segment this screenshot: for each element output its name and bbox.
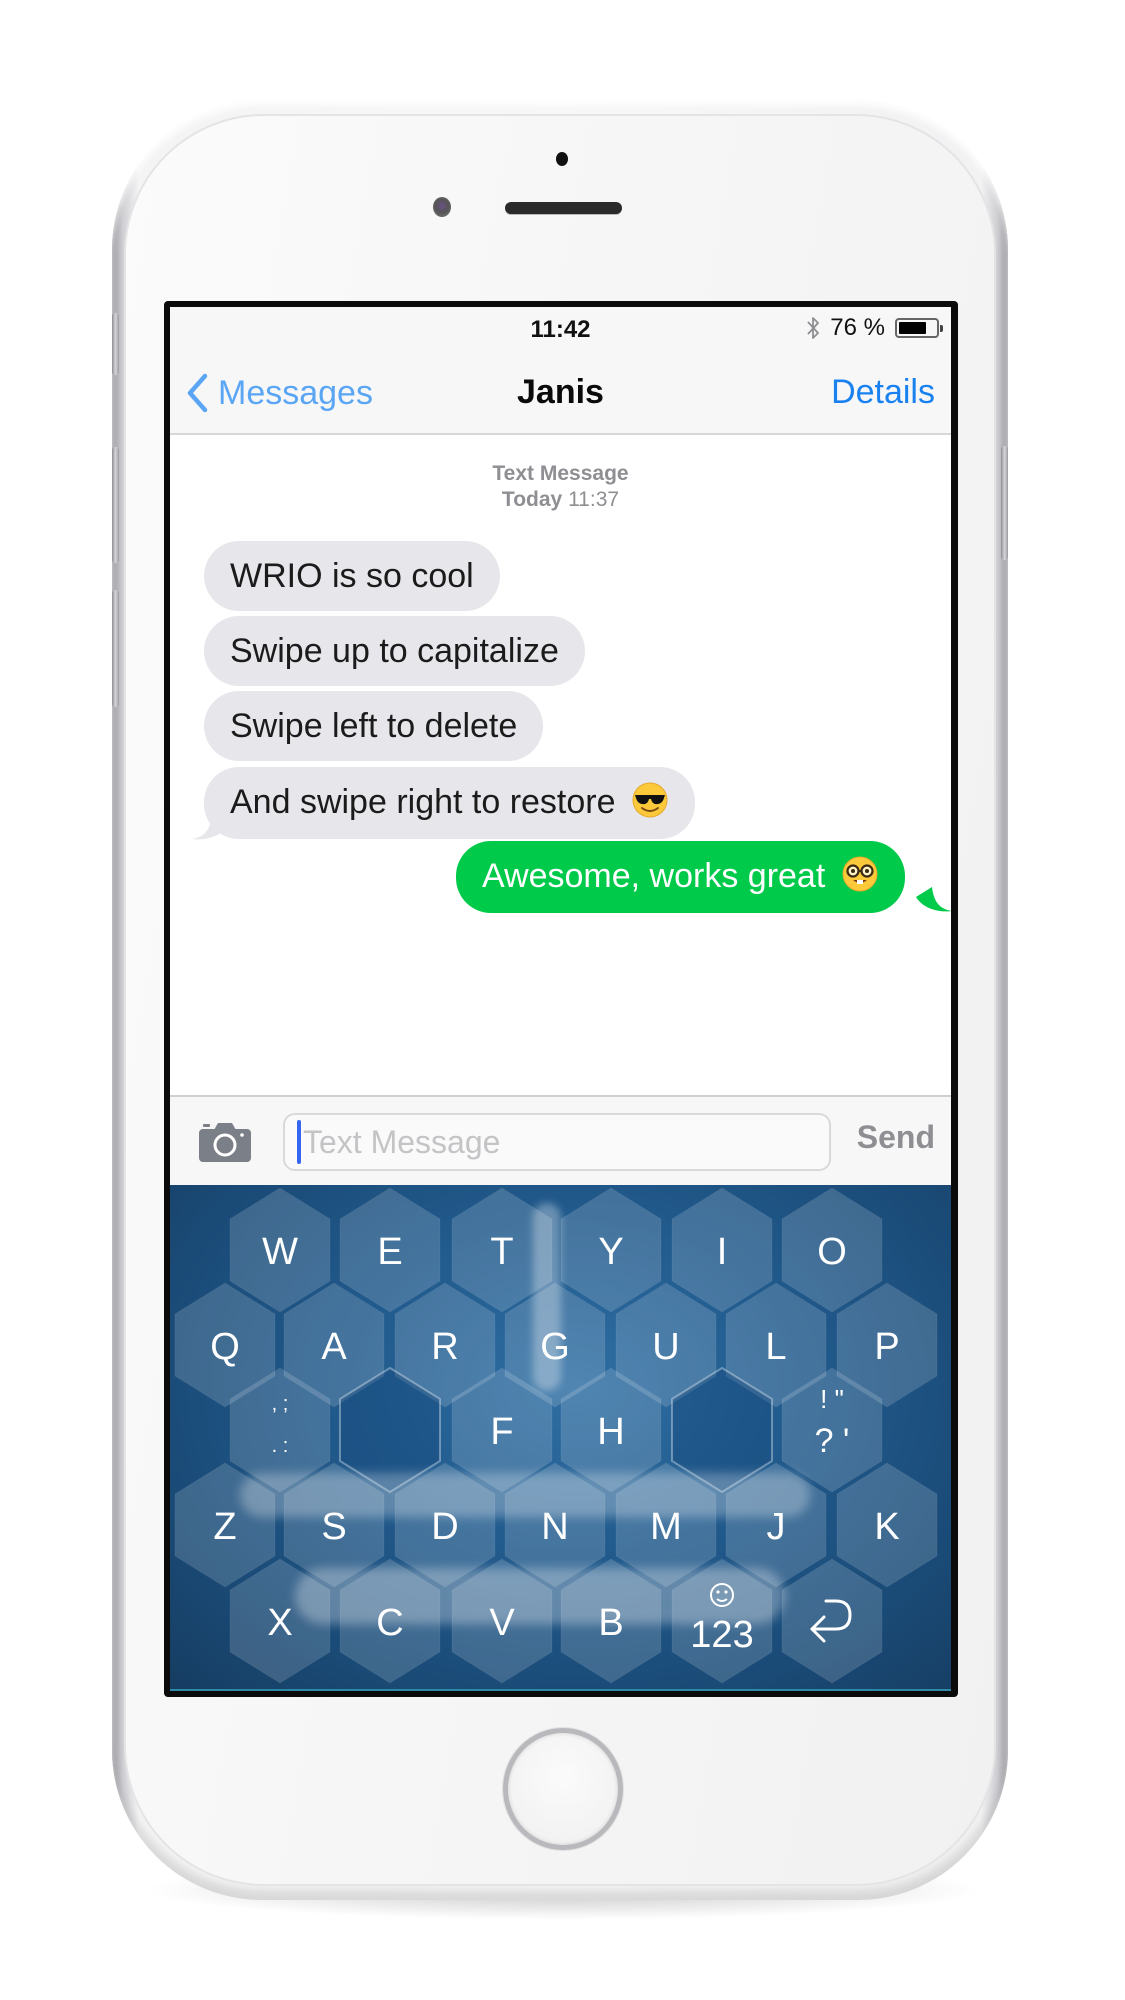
nerd-face-emoji-icon: [842, 856, 878, 892]
key-label-w: W: [262, 1231, 298, 1273]
punct-right-bottom: ? ': [815, 1422, 850, 1460]
wrio-keyboard[interactable]: W E T Y I O Q A R G U L P , ; . : F H ! " ? ' Z S D N M J K X C V B 12…: [170, 1185, 951, 1691]
key-label-g: G: [540, 1326, 570, 1368]
message-bubble-outgoing[interactable]: Awesome, works great: [456, 841, 905, 913]
key-label-k: K: [874, 1506, 899, 1548]
send-button[interactable]: Send: [857, 1119, 935, 1156]
key-label-a: A: [321, 1326, 347, 1368]
message-text: And swipe right to restore: [230, 783, 616, 821]
message-input-placeholder: Text Message: [303, 1123, 501, 1160]
key-label-r: R: [431, 1326, 458, 1368]
power-button: [1001, 446, 1008, 560]
numbers-key-label: 123: [690, 1614, 753, 1656]
volume-up-button: [112, 447, 119, 563]
key-label-z: Z: [213, 1506, 236, 1548]
front-camera: [433, 197, 451, 217]
conversation-timestamp-header: Text Message Today 11:37: [170, 461, 951, 513]
punct-right-top: ! ": [820, 1384, 844, 1414]
chevron-left-icon: [187, 373, 208, 413]
message-bubble-incoming[interactable]: Swipe up to capitalize: [204, 616, 585, 686]
key-label-m: M: [650, 1506, 682, 1548]
message-time: 11:37: [568, 488, 620, 511]
key-label-o: O: [817, 1231, 847, 1273]
key-label-y: Y: [598, 1231, 623, 1273]
message-type-label: Text Message: [492, 462, 629, 485]
key-label-c: C: [376, 1602, 403, 1644]
key-label-e: E: [377, 1231, 402, 1273]
punct-left-bottom: . :: [272, 1435, 289, 1457]
key-label-n: N: [541, 1506, 568, 1548]
battery-tip: [940, 325, 943, 332]
battery-icon: [895, 318, 943, 338]
message-list[interactable]: Text Message Today 11:37 WRIO is so cool…: [170, 437, 951, 1095]
volume-down-button: [112, 590, 119, 707]
home-button[interactable]: [503, 1728, 623, 1850]
message-day: Today: [501, 488, 563, 511]
battery-level: [899, 322, 927, 334]
proximity-sensor: [556, 152, 568, 166]
message-text: Swipe up to capitalize: [230, 632, 559, 670]
message-text: WRIO is so cool: [230, 557, 474, 595]
sunglasses-emoji-icon: [632, 782, 668, 818]
key-label-d: D: [431, 1506, 458, 1548]
message-bubble-incoming[interactable]: And swipe right to restore: [204, 767, 695, 839]
back-button-label: Messages: [218, 373, 373, 412]
key-label-i: I: [717, 1231, 728, 1273]
screen: 11:42 76 % Messages Janis Details Text M…: [170, 307, 951, 1691]
details-button[interactable]: Details: [831, 373, 935, 412]
key-label-p: P: [874, 1326, 899, 1368]
key-label-t: T: [490, 1231, 513, 1273]
key-return[interactable]: [781, 1558, 883, 1684]
status-indicators: 76 %: [806, 314, 943, 341]
camera-icon[interactable]: [198, 1121, 252, 1163]
message-bubble-incoming[interactable]: WRIO is so cool: [204, 541, 500, 611]
mute-switch: [112, 313, 119, 375]
battery-percent: 76 %: [830, 314, 885, 341]
message-input-bar: Text Message Send: [170, 1095, 951, 1185]
earpiece-speaker: [505, 202, 622, 214]
text-caret: [297, 1120, 301, 1164]
message-text: Awesome, works great: [482, 857, 826, 895]
message-text: Swipe left to delete: [230, 707, 518, 745]
bluetooth-icon: [807, 317, 820, 339]
key-label-l: L: [765, 1326, 786, 1368]
key-label-b: B: [598, 1602, 623, 1644]
key-label-q: Q: [210, 1326, 240, 1368]
key-label-u: U: [652, 1326, 679, 1368]
back-button[interactable]: Messages: [186, 373, 373, 413]
key-label-s: S: [321, 1506, 346, 1548]
punct-left-top: , ;: [272, 1393, 289, 1415]
message-text-input[interactable]: Text Message: [283, 1113, 831, 1171]
message-date: Today 11:37: [170, 487, 951, 513]
key-label-v: V: [489, 1602, 515, 1644]
key-label-h: H: [597, 1411, 624, 1453]
status-bar: 11:42 76 %: [170, 307, 951, 347]
bubble-tail-outgoing: [916, 887, 951, 912]
key-label-f: F: [490, 1411, 513, 1453]
message-bubble-incoming[interactable]: Swipe left to delete: [204, 691, 544, 761]
navigation-bar: Messages Janis Details: [170, 347, 951, 435]
key-label-x: X: [267, 1602, 292, 1644]
key-label-j: J: [767, 1506, 786, 1548]
hex-key-grid: W E T Y I O Q A R G U L P , ; . : F H ! " ? ' Z S D N M J K X C V B 12…: [174, 1187, 938, 1684]
